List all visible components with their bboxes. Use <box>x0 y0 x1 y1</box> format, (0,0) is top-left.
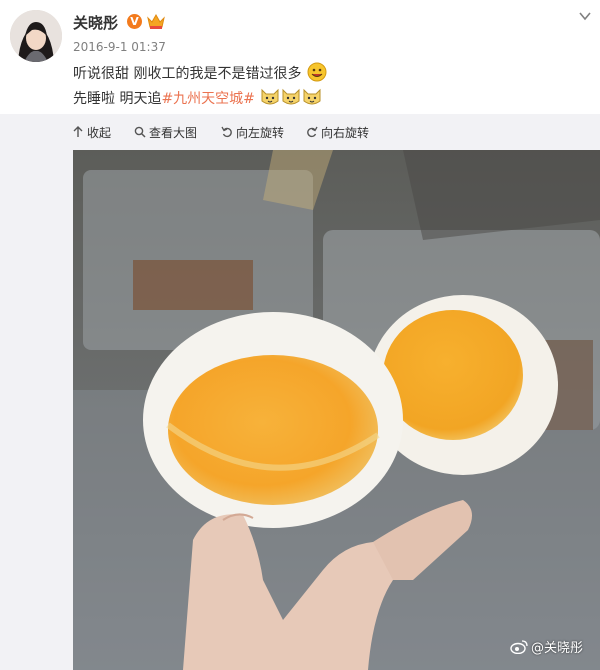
post-photo[interactable] <box>73 150 600 670</box>
post-text-2: 先睡啦 明天追 <box>73 91 162 107</box>
post-text: 听说很甜 刚收工的我是不是错过很多 <box>73 66 302 82</box>
weibo-watermark: @关晓彤 <box>510 637 583 656</box>
crown-member-icon <box>146 12 166 30</box>
post-header: 关晓彤 V 2016-9-1 01:37 听说很甜 刚收工的我是不是错过很多 先… <box>0 0 600 115</box>
arrow-up-icon <box>73 126 83 137</box>
collapse-button[interactable]: 收起 <box>72 123 111 141</box>
media-toolbar: 收起 查看大图 向左旋转 向右旋转 <box>0 114 600 150</box>
cat-emoji-icon <box>281 87 301 107</box>
watermark-text: @关晓彤 <box>531 641 584 656</box>
rotate-left-icon <box>221 126 232 138</box>
verified-v-icon: V <box>127 14 142 29</box>
rotate-right-button[interactable]: 向右旋转 <box>306 123 369 141</box>
rotate-right-label: 向右旋转 <box>321 125 370 140</box>
photo-area <box>0 150 600 670</box>
author-name[interactable]: 关晓彤 <box>73 12 118 33</box>
chevron-down-icon[interactable] <box>577 8 593 24</box>
post-text-line-1: 听说很甜 刚收工的我是不是错过很多 <box>73 62 327 83</box>
cat-emoji-icon <box>302 87 322 107</box>
rotate-left-label: 向左旋转 <box>236 125 285 140</box>
view-large-label: 查看大图 <box>149 125 198 140</box>
post-date[interactable]: 2016-9-1 01:37 <box>73 40 166 54</box>
drooling-face-emoji-icon <box>307 62 327 82</box>
post-text-line-2: 先睡啦 明天追#九州天空城# <box>73 87 322 108</box>
view-large-button[interactable]: 查看大图 <box>134 123 197 141</box>
magnifier-icon <box>134 126 146 138</box>
cat-emoji-icon <box>260 87 280 107</box>
rotate-right-icon <box>307 126 318 138</box>
weibo-logo-icon <box>510 639 528 654</box>
avatar[interactable] <box>10 10 62 62</box>
rotate-left-button[interactable]: 向左旋转 <box>221 123 284 141</box>
collapse-label: 收起 <box>87 125 112 140</box>
topic-link[interactable]: #九州天空城# <box>161 91 254 107</box>
